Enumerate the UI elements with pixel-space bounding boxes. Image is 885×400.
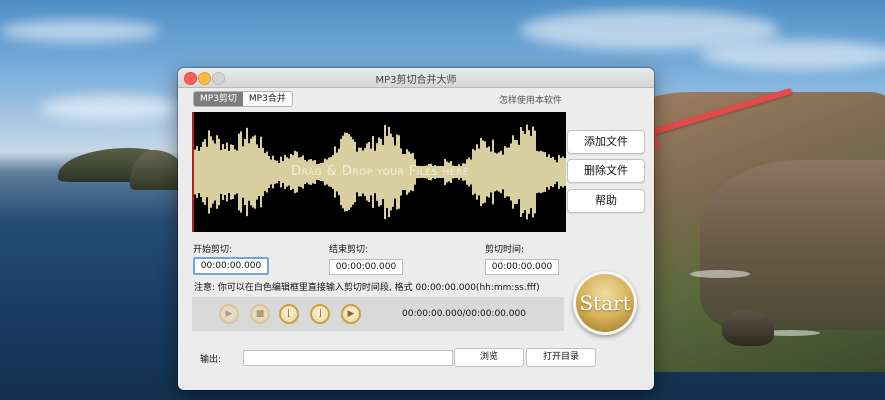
play-icon[interactable]: ▶ (219, 304, 239, 324)
tab-mp3-cut[interactable]: MP3剪切 (194, 92, 243, 106)
cut-duration-field[interactable]: 00:00:00.000 (485, 259, 559, 275)
player-bar: ▶ ■ ⌊ ⌋ ▶ 00:00:00.000/00:00:00.000 (192, 297, 564, 331)
rock-islet (722, 310, 774, 346)
surf (690, 270, 750, 278)
app-window: MP3剪切合并大师 MP3剪切 MP3合并 怎样使用本软件 Drag & Dro… (178, 68, 654, 390)
mode-tabs: MP3剪切 MP3合并 (193, 91, 293, 107)
how-to-use-link[interactable]: 怎样使用本软件 (499, 93, 562, 106)
start-cut-field[interactable]: 00:00:00.000 (193, 257, 269, 275)
browse-button[interactable]: 浏览 (454, 348, 524, 367)
cloud (700, 40, 885, 70)
help-button[interactable]: 帮助 (567, 189, 645, 213)
open-directory-button[interactable]: 打开目录 (526, 348, 596, 367)
add-file-button[interactable]: 添加文件 (567, 130, 645, 154)
start-button[interactable]: Start (573, 271, 637, 335)
output-path-field[interactable] (243, 350, 453, 366)
output-label: 输出: (200, 355, 222, 365)
format-note: 注意: 你可以在白色编辑框里直接输入剪切时间段, 格式 00:00:00.000… (194, 283, 540, 293)
end-cut-label: 结束剪切: (329, 245, 369, 255)
cloud (40, 95, 180, 121)
title-bar: MP3剪切合并大师 (178, 68, 654, 88)
delete-file-button[interactable]: 删除文件 (567, 159, 645, 183)
play-selection-icon[interactable]: ▶ (341, 304, 361, 324)
end-cut-field[interactable]: 00:00:00.000 (329, 259, 403, 275)
set-end-icon[interactable]: ⌋ (310, 304, 330, 324)
window-title: MP3剪切合并大师 (375, 75, 457, 86)
time-display: 00:00:00.000/00:00:00.000 (402, 309, 526, 319)
set-start-icon[interactable]: ⌊ (279, 304, 299, 324)
cut-duration-label: 剪切时间: (485, 245, 525, 255)
start-cut-label: 开始剪切: (193, 245, 233, 255)
tab-mp3-merge[interactable]: MP3合并 (242, 92, 292, 106)
drop-hint: Drag & Drop your Files here (291, 164, 469, 179)
island-right-cliff (700, 160, 885, 330)
cloud (0, 20, 160, 42)
stop-icon[interactable]: ■ (250, 304, 270, 324)
waveform-dropzone[interactable]: Drag & Drop your Files here (192, 112, 566, 232)
